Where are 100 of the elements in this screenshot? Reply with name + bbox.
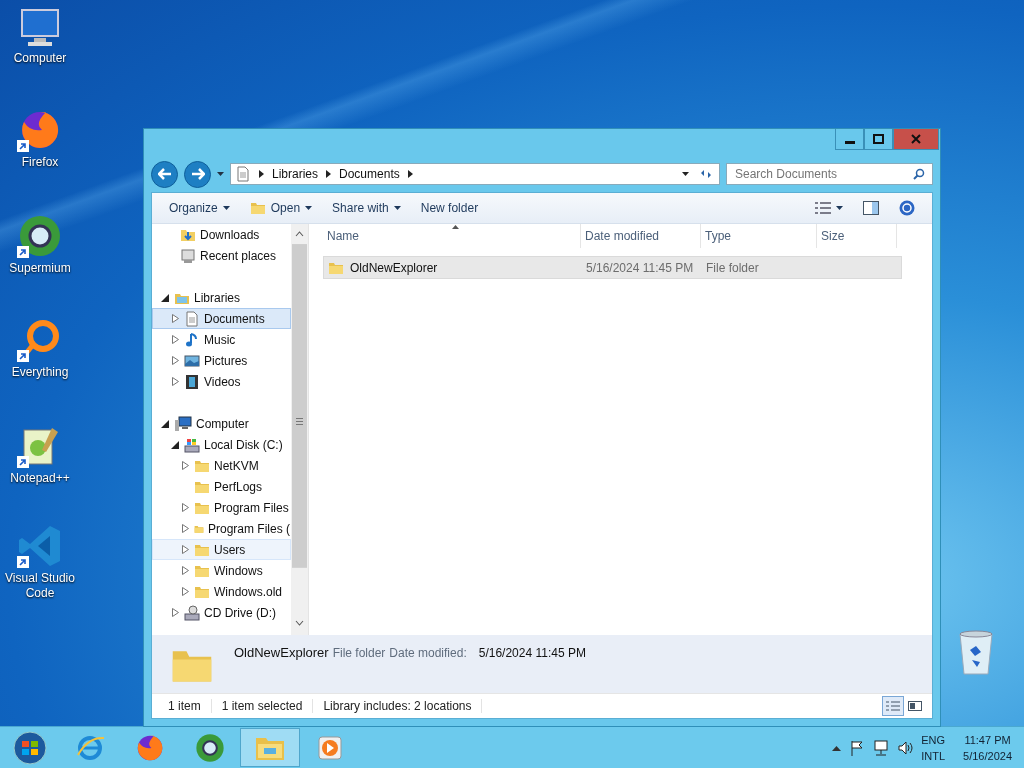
- expanded-arrow-icon[interactable]: [161, 419, 170, 428]
- forward-button[interactable]: [184, 160, 211, 188]
- expanded-arrow-icon[interactable]: [161, 293, 170, 302]
- tree-item[interactable]: Libraries: [152, 287, 291, 308]
- breadcrumb-arrow-icon: [407, 170, 413, 178]
- tree-item[interactable]: Windows.old: [152, 581, 291, 602]
- cd-drive-icon: [184, 604, 200, 621]
- tree-item[interactable]: Music: [152, 329, 291, 350]
- tree-item[interactable]: Computer: [152, 413, 291, 434]
- clock[interactable]: 11:47 PM 5/16/2024: [963, 731, 1012, 764]
- caret-icon: [682, 172, 689, 176]
- collapsed-arrow-icon[interactable]: [181, 524, 190, 533]
- tree-item[interactable]: Users: [152, 539, 291, 560]
- details-name: OldNewExplorer: [234, 645, 329, 660]
- tree-item[interactable]: NetKVM: [152, 455, 291, 476]
- status-text: Library includes: 2 locations: [313, 699, 483, 713]
- folder-icon: [249, 200, 266, 216]
- collapsed-arrow-icon[interactable]: [171, 608, 180, 617]
- close-icon: [911, 134, 921, 144]
- desktop-icon-label[interactable]: Firefox: [21, 155, 59, 170]
- tree-item[interactable]: Documents: [152, 308, 291, 329]
- breadcrumb[interactable]: Documents: [339, 167, 400, 181]
- tree-item[interactable]: Videos: [152, 371, 291, 392]
- column-header[interactable]: Date modified: [581, 224, 701, 248]
- right-arrow-icon: [190, 168, 205, 180]
- column-header[interactable]: Name: [323, 224, 581, 248]
- globe-icon[interactable]: [195, 732, 225, 763]
- caret-icon: [222, 206, 230, 210]
- collapsed-arrow-icon[interactable]: [171, 335, 180, 344]
- collapsed-arrow-icon[interactable]: [181, 503, 190, 512]
- toolbar-button[interactable]: New folder: [413, 198, 486, 218]
- desktop-icon-label[interactable]: Visual Studio Code: [1, 571, 79, 601]
- tree-item[interactable]: Local Disk (C:): [152, 434, 291, 455]
- address-bar[interactable]: Libraries Documents: [230, 163, 720, 185]
- collapsed-arrow-icon[interactable]: [171, 314, 180, 323]
- search-field[interactable]: Search Documents: [726, 163, 933, 185]
- sort-arrow-icon: [451, 225, 459, 229]
- globe-icon[interactable]: [18, 214, 62, 258]
- recent-places-icon: [180, 247, 196, 264]
- collapsed-arrow-icon[interactable]: [171, 356, 180, 365]
- close-button[interactable]: [893, 129, 939, 150]
- speaker-icon[interactable]: [897, 739, 914, 756]
- toolbar-button[interactable]: Share with: [325, 198, 408, 218]
- column-header[interactable]: Size: [817, 224, 897, 248]
- collapsed-arrow-icon[interactable]: [181, 587, 190, 596]
- collapsed-arrow-icon[interactable]: [181, 545, 190, 554]
- breadcrumb[interactable]: Libraries: [272, 167, 319, 181]
- document-icon: [184, 310, 200, 327]
- tree-item[interactable]: PerfLogs: [152, 476, 291, 497]
- desktop-icon-label[interactable]: Notepad++: [10, 471, 70, 486]
- toolbar-button[interactable]: Organize: [162, 198, 237, 218]
- status-text: 1 item selected: [211, 699, 314, 713]
- play-icon[interactable]: [318, 735, 342, 760]
- desktop-icon-label[interactable]: Everything: [11, 365, 69, 380]
- file-row[interactable]: OldNewExplorer 5/16/2024 11:45 PM File folder: [323, 256, 902, 279]
- tree-item[interactable]: Program Files: [152, 497, 291, 518]
- caret-icon: [305, 206, 313, 210]
- tree-item[interactable]: Recent places: [152, 245, 291, 266]
- date-cell-text: 5/16/2024 11:45 PM: [585, 260, 695, 275]
- type-cell-text: File folder: [705, 260, 760, 275]
- collapsed-arrow-icon[interactable]: [181, 566, 190, 575]
- help-icon: [899, 200, 915, 216]
- tree-item[interactable]: Program Files (: [152, 518, 291, 539]
- recycle-bin-icon[interactable]: [956, 628, 996, 676]
- breadcrumb-arrow-icon: [326, 170, 332, 178]
- desktop-icon-label[interactable]: Computer: [13, 51, 67, 66]
- tree-item[interactable]: Downloads: [152, 224, 291, 245]
- tree-item[interactable]: CD Drive (D:): [152, 602, 291, 623]
- pane-icon: [863, 201, 879, 215]
- maximize-icon: [873, 134, 884, 144]
- file-name: OldNewExplorer: [324, 259, 582, 276]
- code-editor-icon[interactable]: [18, 524, 62, 568]
- collapsed-arrow-icon[interactable]: [171, 377, 180, 386]
- left-arrow-icon: [157, 168, 172, 180]
- details-value: 5/16/2024 11:45 PM: [478, 646, 586, 660]
- back-button[interactable]: [151, 160, 178, 188]
- expanded-arrow-icon[interactable]: [171, 440, 180, 449]
- tree-item[interactable]: Pictures: [152, 350, 291, 371]
- minimize-icon: [844, 140, 855, 144]
- scrollbar[interactable]: [291, 224, 308, 635]
- start-orb-icon: [13, 730, 47, 765]
- drive-icon: [184, 436, 200, 453]
- tree-item[interactable]: Windows: [152, 560, 291, 581]
- film-icon: [184, 373, 200, 390]
- computer-icon: [174, 415, 192, 432]
- caret-icon: [393, 206, 401, 210]
- collapsed-arrow-icon[interactable]: [181, 461, 190, 470]
- status-text: 1 item: [158, 699, 212, 713]
- computer-icon[interactable]: [18, 8, 62, 48]
- search-icon: [913, 168, 925, 180]
- network-icon[interactable]: [873, 739, 890, 756]
- picture-icon: [184, 352, 200, 369]
- column-header[interactable]: Type: [701, 224, 817, 248]
- desktop-icon-label[interactable]: Supermium: [9, 261, 71, 276]
- document-icon: [235, 166, 251, 182]
- list-view-icon: [815, 202, 831, 214]
- minimize-button[interactable]: [835, 129, 864, 150]
- language-indicator[interactable]: ENG INTL: [921, 731, 946, 764]
- toolbar-button[interactable]: Open: [242, 197, 320, 219]
- show-hidden-icons-icon[interactable]: [832, 744, 842, 751]
